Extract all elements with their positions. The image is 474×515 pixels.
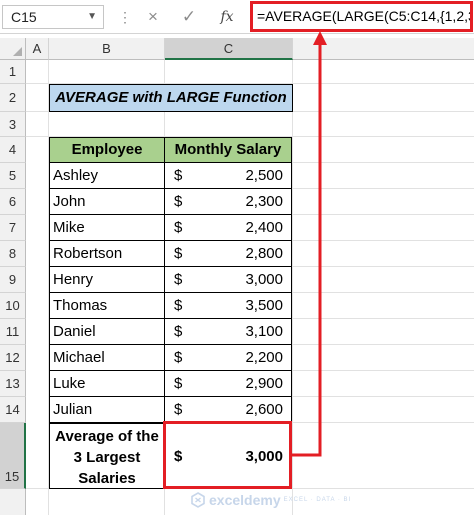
row-header-9[interactable]: 9 <box>0 267 26 293</box>
name-box-value: C15 <box>11 9 37 25</box>
watermark-tagline: EXCEL · DATA · BI <box>283 497 352 503</box>
salary-cell[interactable]: $ 3,000 <box>164 266 292 293</box>
employee-cell[interactable]: John <box>49 188 165 215</box>
employee-cell[interactable]: Henry <box>49 266 165 293</box>
employee-cell[interactable]: Mike <box>49 214 165 241</box>
currency-symbol: $ <box>174 323 183 340</box>
more-options-icon[interactable]: ⋮ <box>118 6 132 28</box>
row-header-6[interactable]: 6 <box>0 189 26 215</box>
employee-cell[interactable]: Daniel <box>49 318 165 345</box>
salary-value: 3,500 <box>245 297 283 314</box>
enter-icon[interactable]: ✓ <box>178 5 200 29</box>
gridline <box>293 214 474 215</box>
formula-bar: C15 ▼ ⋮ × ✓ fx =AVERAGE(LARGE(C5:C14,{1,… <box>0 0 474 34</box>
cancel-icon[interactable]: × <box>142 5 164 29</box>
row-header-1[interactable]: 1 <box>0 60 26 84</box>
summary-label-line: 3 Largest <box>73 449 141 466</box>
salary-cell[interactable]: $ 3,500 <box>164 292 292 319</box>
salary-value: 3,000 <box>245 271 283 288</box>
salary-cell[interactable]: $ 2,600 <box>164 396 292 423</box>
summary-label[interactable]: Average of the 3 Largest Salaries <box>49 423 165 489</box>
currency-symbol: $ <box>174 219 183 236</box>
currency-symbol: $ <box>174 193 183 210</box>
salary-value: 2,300 <box>245 193 283 210</box>
row-header-8[interactable]: 8 <box>0 241 26 267</box>
row-header-3[interactable]: 3 <box>0 112 26 137</box>
gridline <box>293 188 474 189</box>
row-header-4[interactable]: 4 <box>0 137 26 163</box>
currency-symbol: $ <box>174 375 183 392</box>
watermark-name: exceldemy <box>209 492 281 508</box>
chevron-down-icon[interactable]: ▼ <box>87 6 97 28</box>
salary-value: 2,900 <box>245 375 283 392</box>
row-header-14[interactable]: 14 <box>0 397 26 423</box>
currency-symbol: $ <box>174 167 183 184</box>
arrow-line <box>292 42 322 457</box>
currency-symbol: $ <box>174 349 183 366</box>
salary-cell[interactable]: $ 3,100 <box>164 318 292 345</box>
salary-cell[interactable]: $ 2,900 <box>164 370 292 397</box>
employee-cell[interactable]: Julian <box>49 396 165 423</box>
employee-cell[interactable]: Michael <box>49 344 165 371</box>
row-header-15[interactable]: 15 <box>0 423 26 489</box>
gridline <box>293 240 474 241</box>
employee-header[interactable]: Employee <box>49 137 165 163</box>
salary-value: 2,600 <box>245 401 283 418</box>
sheet-title: AVERAGE with LARGE Function <box>49 84 293 112</box>
gridline <box>293 344 474 345</box>
salary-cell[interactable]: $ 2,200 <box>164 344 292 371</box>
exceldemy-logo-icon <box>191 492 205 508</box>
currency-symbol: $ <box>174 401 183 418</box>
employee-cell[interactable]: Thomas <box>49 292 165 319</box>
insert-function-icon[interactable]: fx <box>214 5 240 29</box>
salary-cell[interactable]: $ 2,800 <box>164 240 292 267</box>
summary-label-line: Average of the <box>55 428 159 445</box>
column-header-c[interactable]: C <box>165 38 293 60</box>
salary-value: 2,800 <box>245 245 283 262</box>
column-header-b[interactable]: B <box>49 38 165 60</box>
gridline <box>293 422 474 423</box>
gridline <box>293 396 474 397</box>
select-all-button[interactable] <box>0 38 26 60</box>
row-header-2[interactable]: 2 <box>0 84 26 112</box>
salary-value: 2,200 <box>245 349 283 366</box>
currency-symbol: $ <box>174 271 183 288</box>
gridline <box>292 60 293 515</box>
salary-header[interactable]: Monthly Salary <box>164 137 292 163</box>
row-header-13[interactable]: 13 <box>0 371 26 397</box>
row-header-5[interactable]: 5 <box>0 163 26 189</box>
row-header-12[interactable]: 12 <box>0 345 26 371</box>
row-header-11[interactable]: 11 <box>0 319 26 345</box>
row-header-7[interactable]: 7 <box>0 215 26 241</box>
row-header-blank <box>0 489 26 515</box>
column-header-blank <box>293 38 474 60</box>
row-header-10[interactable]: 10 <box>0 293 26 319</box>
summary-label-line: Salaries <box>78 470 136 487</box>
watermark: exceldemy EXCEL · DATA · BI <box>190 488 351 512</box>
salary-value: 3,100 <box>245 323 283 340</box>
gridline <box>293 292 474 293</box>
select-all-triangle-icon <box>13 47 22 56</box>
currency-symbol: $ <box>174 297 183 314</box>
salary-value: 2,500 <box>245 167 283 184</box>
gridline <box>293 162 474 163</box>
gridline <box>293 318 474 319</box>
salary-cell[interactable]: $ 2,300 <box>164 188 292 215</box>
employee-cell[interactable]: Luke <box>49 370 165 397</box>
column-header-a[interactable]: A <box>26 38 49 60</box>
gridline <box>293 370 474 371</box>
salary-cell[interactable]: $ 2,500 <box>164 162 292 189</box>
formula-input[interactable]: =AVERAGE(LARGE(C5:C14,{1,2,3})) <box>250 1 473 32</box>
name-box[interactable]: C15 ▼ <box>2 5 104 29</box>
currency-symbol: $ <box>174 245 183 262</box>
employee-cell[interactable]: Ashley <box>49 162 165 189</box>
result-highlight-box <box>163 421 292 489</box>
salary-cell[interactable]: $ 2,400 <box>164 214 292 241</box>
employee-cell[interactable]: Robertson <box>49 240 165 267</box>
salary-value: 2,400 <box>245 219 283 236</box>
gridline <box>293 266 474 267</box>
